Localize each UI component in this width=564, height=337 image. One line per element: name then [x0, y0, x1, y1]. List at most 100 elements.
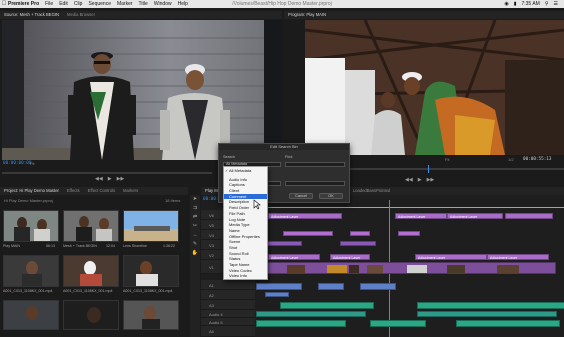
clip-audio[interactable]	[265, 292, 289, 297]
find-input[interactable]	[285, 162, 345, 167]
tab-source[interactable]: Source: Mesh + Track BEGIN	[0, 11, 63, 19]
clip-adjustment-layer[interactable]: Adjustment Layer	[268, 254, 320, 260]
clip-label: Adjustment Layer	[450, 215, 478, 219]
play-icon[interactable]: ▶	[108, 176, 112, 182]
menu-title[interactable]: Title	[139, 1, 148, 7]
clip-label: Adjustment Layer	[418, 256, 446, 260]
clip-adjustment-layer[interactable]: Adjustment Layer	[395, 213, 447, 219]
clip-audio[interactable]	[360, 283, 396, 290]
clip-adjustment-layer[interactable]: Adjustment Layer	[268, 213, 342, 219]
clip-adjustment-layer[interactable]: Adjustment Layer	[487, 254, 549, 260]
tab-effects[interactable]: Effects	[63, 187, 84, 195]
clip-audio[interactable]	[256, 311, 366, 317]
clip-adjustment-layer[interactable]: Adjustment Layer	[330, 254, 370, 260]
thumb-clip[interactable]	[63, 255, 119, 287]
menu-window[interactable]: Window	[154, 1, 172, 7]
work-area-bar[interactable]	[256, 207, 564, 208]
project-tabbar: Project: Hi Play Demo Master Effects Eff…	[0, 187, 188, 195]
app-menu[interactable]: Premiere Pro	[8, 1, 39, 7]
source-video[interactable]	[2, 20, 282, 160]
tab-program[interactable]: Program: Play MAIN	[284, 11, 330, 19]
step-back-icon[interactable]: ◀◀	[95, 176, 103, 182]
clip-audio[interactable]	[280, 302, 374, 309]
wifi-icon[interactable]: ◉	[504, 1, 508, 7]
tab-effect-controls[interactable]: Effect Controls	[84, 187, 119, 195]
clip-label: Adjustment Layer	[333, 256, 361, 260]
source-fit-select[interactable]: Fit	[30, 161, 34, 166]
thumb-lens-shoreline[interactable]	[123, 210, 179, 242]
track-header-a5[interactable]: Audio 5	[201, 318, 255, 326]
track-header-a1[interactable]: A1	[201, 280, 255, 290]
source-timecode[interactable]: 00:00:00:00	[3, 161, 31, 166]
step-forward-icon[interactable]: ▶▶	[427, 177, 435, 183]
step-back-icon[interactable]: ◀◀	[405, 177, 413, 183]
clip-audio[interactable]	[370, 320, 426, 327]
apple-menu-icon[interactable]: 	[0, 1, 8, 7]
menu-file[interactable]: File	[45, 1, 53, 7]
menu-marker[interactable]: Marker	[117, 1, 133, 7]
selection-tool-icon[interactable]: ➤	[190, 195, 200, 204]
find-input-2[interactable]	[285, 181, 345, 186]
menu-help[interactable]: Help	[178, 1, 188, 7]
search-icon[interactable]: ⚲	[545, 1, 549, 7]
tab-sequence-loaded[interactable]: LoadedBassPointed	[349, 187, 395, 195]
source-tabbar: Source: Mesh + Track BEGIN Media Browser	[0, 11, 282, 19]
program-fit-select[interactable]: Fit	[445, 157, 449, 162]
thumb-clip[interactable]	[3, 300, 59, 330]
razor-tool-icon[interactable]: ✂	[190, 222, 200, 231]
track-header-a3[interactable]: A3	[201, 300, 255, 310]
play-icon[interactable]: ▶	[418, 177, 422, 183]
clip-track-v1[interactable]	[256, 262, 556, 274]
option-video-info[interactable]: Video Info	[224, 273, 267, 279]
thumb-clip[interactable]	[3, 255, 59, 287]
thumb-image	[124, 256, 178, 286]
clip-video[interactable]	[283, 231, 333, 236]
pen-tool-icon[interactable]: ✎	[190, 240, 200, 249]
clip-audio[interactable]	[256, 283, 302, 290]
program-playhead[interactable]	[428, 165, 429, 173]
track-header-a4[interactable]: Audio 4	[201, 310, 255, 318]
track-name: V5	[209, 223, 214, 228]
battery-icon[interactable]: ▮	[514, 1, 517, 7]
menu-edit[interactable]: Edit	[59, 1, 68, 7]
clip-audio[interactable]	[256, 320, 346, 327]
clip-audio[interactable]	[417, 302, 564, 309]
thumb-clip[interactable]	[123, 300, 179, 330]
cancel-button[interactable]: Cancel	[289, 193, 313, 199]
clip-audio[interactable]	[318, 283, 344, 290]
clip-audio[interactable]	[417, 311, 557, 317]
track-name: V3	[209, 243, 214, 248]
hand-tool-icon[interactable]: ✋	[190, 249, 200, 258]
thumb-clip[interactable]	[63, 300, 119, 330]
track-select-tool-icon[interactable]: ⇉	[190, 204, 200, 213]
ripple-edit-tool-icon[interactable]: ⇄	[190, 213, 200, 222]
slip-tool-icon[interactable]: ↔	[190, 231, 200, 240]
thumb-duration: 56:13	[46, 244, 55, 248]
clip-label: Adjustment Layer	[398, 215, 426, 219]
track-header-a2[interactable]: A2	[201, 290, 255, 300]
source-scrubber[interactable]	[2, 172, 212, 174]
clip-video[interactable]	[340, 241, 376, 246]
tab-markers[interactable]: Markers	[119, 187, 142, 195]
menu-sequence[interactable]: Sequence	[88, 1, 111, 7]
tab-project[interactable]: Project: Hi Play Demo Master	[0, 187, 63, 195]
clip-video[interactable]	[350, 231, 370, 236]
clip-video[interactable]	[398, 231, 420, 236]
list-icon[interactable]: ☰	[554, 1, 558, 7]
thumb-clip[interactable]	[123, 255, 179, 287]
thumb-image	[124, 301, 178, 329]
tab-media-browser[interactable]: Media Browser	[63, 11, 99, 19]
menu-clip[interactable]: Clip	[74, 1, 83, 7]
clip-audio[interactable]	[456, 320, 560, 327]
track-header-a6[interactable]: A6	[201, 326, 255, 337]
step-forward-icon[interactable]: ▶▶	[117, 176, 125, 182]
thumb-mesh-track[interactable]	[63, 210, 119, 242]
thumb-play-main[interactable]	[3, 210, 59, 242]
clip-adjustment-layer[interactable]: Adjustment Layer	[415, 254, 487, 260]
clip-adjustment-layer[interactable]	[505, 213, 553, 219]
clip-video[interactable]	[262, 241, 302, 246]
clip-adjustment-layer[interactable]: Adjustment Layer	[447, 213, 503, 219]
ok-button[interactable]: OK	[319, 193, 343, 199]
program-zoom-select[interactable]: 1/2	[508, 157, 514, 162]
program-video[interactable]	[305, 20, 564, 155]
